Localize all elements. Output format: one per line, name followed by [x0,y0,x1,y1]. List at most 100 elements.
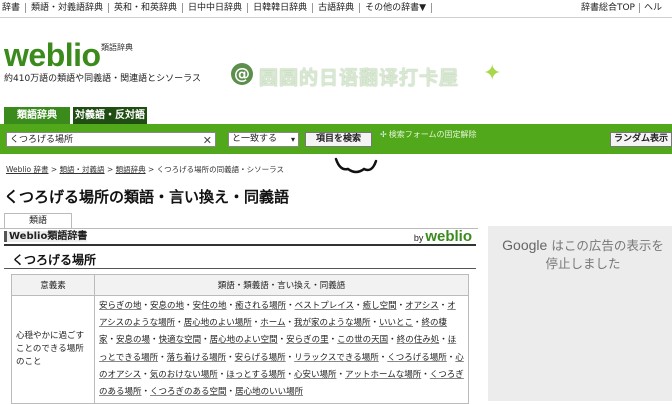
separator: ・ [421,369,430,380]
dictionary-header: Weblio類語辞書 by weblio [4,228,476,246]
synonym-link[interactable]: 安息の地 [150,301,184,311]
match-mode-select[interactable]: と一致する ▾ [228,132,299,147]
separator: ・ [413,318,422,329]
synonym-link[interactable]: 安らぎの里 [286,335,329,345]
synonym-link[interactable]: いいとこ [379,318,413,328]
nav-link-other[interactable]: その他の辞書▼ [360,3,433,13]
breadcrumb-ruigo[interactable]: 類語辞典 [116,165,146,174]
tab-ruigo-section[interactable]: 類語 [4,213,72,229]
synonym-link[interactable]: 安息の場 [116,335,150,345]
synonym-link[interactable]: 心安い場所 [294,370,337,380]
synonym-link[interactable]: くつろぎのある空間 [150,387,227,397]
separator: ・ [150,335,159,346]
unpin-search-form-link[interactable]: ✢ 検索フォームの固定解除 [380,130,480,140]
dictionary-tabs: 類語辞典 対義語・反対語 [0,107,672,126]
separator: ・ [277,335,287,346]
separator: ・ [439,335,448,346]
weblio-logo[interactable]: weblio [4,37,101,74]
brand-text: weblio [425,228,472,245]
dictionary-label: Weblio類語辞書 [4,231,88,242]
synonym-link[interactable]: 居心地のいい場所 [235,387,303,397]
synonym-link[interactable]: オアシス [405,301,439,311]
google-brand: Google [502,237,548,253]
nav-link-top[interactable]: 辞書総合TOP [577,3,639,13]
synonym-link[interactable]: 快適な空間 [159,335,202,345]
synonym-link[interactable]: 居心地のよい空間 [210,335,278,345]
breadcrumb-current: くつろげる場所の同義語・シソーラス [156,165,285,174]
separator: ・ [285,318,294,329]
nav-link-chinese[interactable]: 日中中日辞典 [183,3,249,13]
synonym-link[interactable]: 我が家のような場所 [294,318,371,328]
synonym-link[interactable]: 居心地のよい場所 [184,318,252,328]
synonym-link[interactable]: アットホームな場所 [345,370,421,380]
by-text: by [413,233,424,243]
separator: ・ [141,387,151,398]
watermark-banner: @ 圆圆的日语翻译打卡屋 ✦ [227,58,517,94]
nav-link-dictionary[interactable]: 辞書 [2,3,27,13]
separator: ・ [438,301,448,311]
synonym-link[interactable]: 安らぎの地 [99,301,142,311]
search-input[interactable]: くつろげる場所 ✕ [6,132,216,147]
sparkle-icon: ✦ [483,61,502,86]
nav-link-korean[interactable]: 日韓韓日辞典 [248,3,314,13]
divider [4,268,476,269]
separator: ・ [446,352,456,363]
sense-cell: 心穏やかに過ごすことのできる場所のこと [11,294,95,404]
synonym-link[interactable]: この世の天国 [337,335,388,345]
column-header-synonyms: 類語・類義語・言い換え・同義語 [94,274,469,296]
nav-link-thesaurus[interactable]: 類語・対義語辞典 [26,3,110,13]
separator: ・ [388,335,397,346]
match-mode-value: と一致する [232,134,278,144]
nav-link-english[interactable]: 英和・和英辞典 [109,3,184,13]
separator: ・ [396,301,406,311]
separator: ・ [175,318,184,329]
separator: ・ [370,318,380,329]
top-nav: 辞書 類語・対義語辞典 英和・和英辞典 日中中日辞典 日韓韓日辞典 古語辞典 そ… [0,0,672,18]
synonym-list-cell: 安らぎの地・安息の地・安住の地・癒される場所・ベストプレイス・癒し空間・オアシス… [94,294,469,404]
synonym-link[interactable]: 落ち着ける場所 [167,353,227,363]
breadcrumb-thesaurus[interactable]: 類語・対義語 [60,165,105,174]
separator: ・ [354,301,363,311]
separator: ・ [336,369,346,380]
separator: ・ [107,335,117,346]
synonym-link[interactable]: ベストプレイス [295,301,354,311]
synonym-link[interactable]: 安らげる場所 [235,353,286,363]
nav-link-help[interactable]: ヘル [638,3,666,13]
nav-link-kogo[interactable]: 古語辞典 [313,3,361,13]
clear-icon[interactable]: ✕ [203,133,212,148]
synonym-link[interactable]: リラックスできる場所 [294,353,379,363]
ad-stopped-message: Google はこの広告の表示を停止しました [498,236,668,273]
synonym-link[interactable]: ホーム [260,318,285,328]
cursor-artifact [334,157,378,174]
synonym-link[interactable]: 気のおけない場所 [150,370,218,380]
column-header-sense: 意義素 [11,274,95,296]
table-row: 心穏やかに過ごすことのできる場所のこと 安らぎの地・安息の地・安住の地・癒される… [11,294,469,404]
ad-placeholder: Google はこの広告の表示を停止しました [488,226,672,401]
separator: ・ [201,335,210,346]
search-bar: くつろげる場所 ✕ と一致する ▾ 項目を検索 ✢ 検索フォームの固定解除 ランダ… [0,124,672,154]
separator: ・ [378,352,388,363]
random-display-button[interactable]: ランダム表示 [610,132,672,147]
search-button[interactable]: 項目を検索 [305,132,372,147]
synonym-link[interactable]: くつろげる場所 [387,353,447,363]
separator: ・ [226,301,236,311]
entry-heading: くつろげる場所 [12,253,97,267]
synonym-link[interactable]: 終の住み処 [397,335,440,345]
logo-text: weblio [4,37,101,73]
separator: ・ [226,387,236,398]
synonym-link[interactable]: ほっとする場所 [226,370,285,380]
unpin-label: 検索フォームの固定解除 [388,130,477,139]
by-weblio-logo[interactable]: by weblio [414,228,472,245]
separator: ・ [285,352,295,363]
tab-thesaurus[interactable]: 類語辞典 [4,107,70,124]
separator: ・ [184,301,193,311]
separator: ・ [226,352,235,363]
table-header-row: 意義素 類語・類義語・言い換え・同義語 [11,274,469,296]
synonym-link[interactable]: 安住の地 [193,301,227,311]
synonym-table: 意義素 類語・類義語・言い換え・同義語 心穏やかに過ごすことのできる場所のこと … [11,274,469,404]
synonym-link[interactable]: 癒し空間 [363,301,397,311]
separator: ・ [141,301,151,311]
dictionary-links: 辞書 類語・対義語辞典 英和・和英辞典 日中中日辞典 日韓韓日辞典 古語辞典 そ… [2,3,433,13]
synonym-link[interactable]: 癒される場所 [235,301,286,311]
breadcrumb-weblio[interactable]: Weblio 辞書 [6,165,49,174]
